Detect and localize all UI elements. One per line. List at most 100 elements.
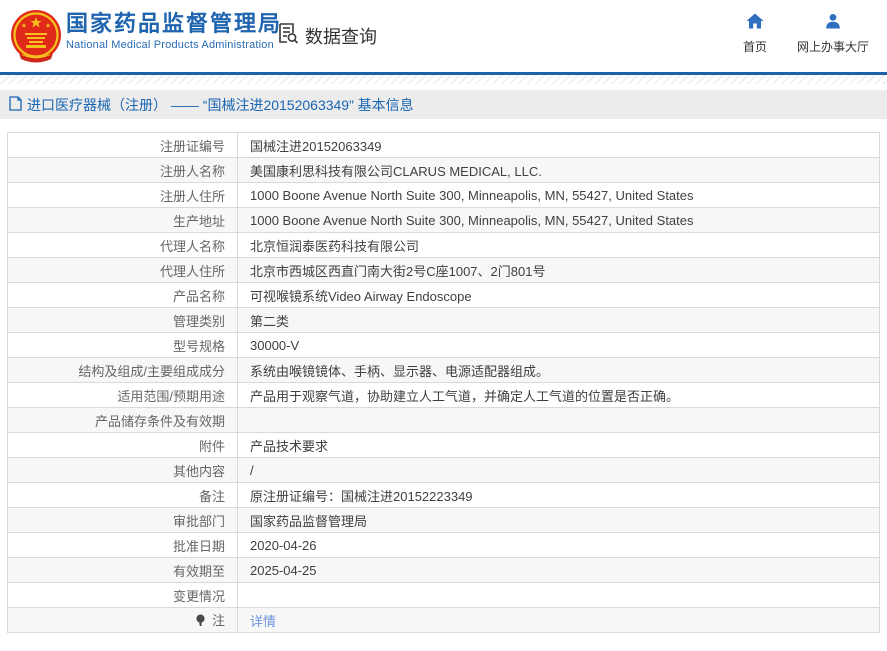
- row-label: 注册证编号: [8, 133, 238, 158]
- nav-home[interactable]: 首页: [743, 13, 767, 55]
- person-icon: [825, 13, 841, 34]
- row-label-text: 有效期至: [173, 564, 225, 579]
- top-nav: 首页 网上办事大厅: [743, 13, 869, 55]
- row-label-text: 注册证编号: [160, 139, 225, 154]
- detail-link[interactable]: 详情: [250, 614, 276, 629]
- document-icon: [9, 96, 22, 114]
- row-label-text: 适用范围/预期用途: [117, 389, 225, 404]
- row-value: 1000 Boone Avenue North Suite 300, Minne…: [238, 183, 880, 208]
- table-row: 代理人名称北京恒润泰医药科技有限公司: [8, 233, 880, 258]
- note-bulb-icon: [195, 614, 206, 630]
- breadcrumb: 进口医疗器械（注册） —— “国械注进20152063349” 基本信息: [0, 90, 887, 119]
- row-value: 2020-04-26: [238, 533, 880, 558]
- row-label: 附件: [8, 433, 238, 458]
- row-label: 注册人名称: [8, 158, 238, 183]
- row-label: 有效期至: [8, 558, 238, 583]
- row-label-text: 审批部门: [173, 514, 225, 529]
- row-label: 审批部门: [8, 508, 238, 533]
- table-row: 变更情况: [8, 583, 880, 608]
- row-value-text: 产品用于观察气道，协助建立人工气道，并确定人工气道的位置是否正确。: [250, 389, 679, 404]
- org-name-en: National Medical Products Administration: [66, 39, 282, 51]
- info-table-body: 注册证编号 国械注进20152063349 注册人名称 美国康利思科技有限公司CLAR…: [8, 133, 880, 633]
- row-label-text: 管理类别: [173, 314, 225, 329]
- row-label-text: 注册人名称: [160, 164, 225, 179]
- registration-info-table: 注册证编号 国械注进20152063349 注册人名称 美国康利思科技有限公司CLAR…: [7, 132, 880, 633]
- data-query-section[interactable]: 数据查询: [276, 21, 377, 50]
- row-value: 1000 Boone Avenue North Suite 300, Minne…: [238, 208, 880, 233]
- document-search-icon: [276, 21, 300, 50]
- row-value: 北京市西城区西直门南大街2号C座1007、2门801号: [238, 258, 880, 283]
- row-value-text: 30000-V: [250, 338, 299, 353]
- row-label-text: 注册人住所: [160, 189, 225, 204]
- table-row: 批准日期 2020-04-26: [8, 533, 880, 558]
- table-row: 其他内容 /: [8, 458, 880, 483]
- row-label-text: 批准日期: [173, 539, 225, 554]
- nav-home-label: 首页: [743, 38, 767, 55]
- table-row: 审批部门国家药品监督管理局: [8, 508, 880, 533]
- row-value: 美国康利思科技有限公司CLARUS MEDICAL, LLC.: [238, 158, 880, 183]
- row-value: 原注册证编号：国械注进20152223349: [238, 483, 880, 508]
- row-label: 管理类别: [8, 308, 238, 333]
- row-value: [238, 408, 880, 433]
- row-value-text: 国械注进20152063349: [250, 139, 382, 154]
- row-label-text: 备注: [199, 489, 225, 504]
- row-label-text: 代理人住所: [160, 264, 225, 279]
- row-value: 国家药品监督管理局: [238, 508, 880, 533]
- row-label: 代理人住所: [8, 258, 238, 283]
- row-label-text: 变更情况: [173, 589, 225, 604]
- row-label-text: 型号规格: [173, 339, 225, 354]
- row-label-text: 代理人名称: [160, 239, 225, 254]
- row-value-text: 美国康利思科技有限公司CLARUS MEDICAL, LLC.: [250, 164, 542, 179]
- row-value-text: 系统由喉镜镜体、手柄、显示器、电源适配器组成。: [250, 364, 549, 379]
- national-emblem-icon: [10, 8, 62, 66]
- table-row: 产品储存条件及有效期: [8, 408, 880, 433]
- row-value: 国械注进20152063349: [238, 133, 880, 158]
- row-label: 批准日期: [8, 533, 238, 558]
- row-value: 产品技术要求: [238, 433, 880, 458]
- row-label: 代理人名称: [8, 233, 238, 258]
- row-value: /: [238, 458, 880, 483]
- row-value: 详情: [238, 608, 880, 633]
- row-value: 可视喉镜系统Video Airway Endoscope: [238, 283, 880, 308]
- row-value: 北京恒润泰医药科技有限公司: [238, 233, 880, 258]
- row-value: 30000-V: [238, 333, 880, 358]
- table-row: 注册证编号 国械注进20152063349: [8, 133, 880, 158]
- row-label: 其他内容: [8, 458, 238, 483]
- row-label: 产品储存条件及有效期: [8, 408, 238, 433]
- row-value: 2025-04-25: [238, 558, 880, 583]
- row-value-text: 原注册证编号：国械注进20152223349: [250, 489, 473, 504]
- data-query-label: 数据查询: [305, 23, 377, 49]
- row-label-text: 附件: [199, 439, 225, 454]
- row-label: 注: [8, 608, 238, 633]
- row-value-text: 北京市西城区西直门南大街2号C座1007、2门801号: [250, 264, 545, 279]
- row-value-text: 1000 Boone Avenue North Suite 300, Minne…: [250, 213, 694, 228]
- row-label-text: 其他内容: [173, 464, 225, 479]
- table-row: 生产地址 1000 Boone Avenue North Suite 300, M…: [8, 208, 880, 233]
- row-value-text: 2025-04-25: [250, 563, 317, 578]
- table-row: 注册人名称 美国康利思科技有限公司CLARUS MEDICAL, LLC.: [8, 158, 880, 183]
- nav-service-hall[interactable]: 网上办事大厅: [797, 13, 869, 55]
- row-label: 型号规格: [8, 333, 238, 358]
- table-row: 结构及组成/主要组成成分 系统由喉镜镜体、手柄、显示器、电源适配器组成。: [8, 358, 880, 383]
- table-row: 有效期至 2025-04-25: [8, 558, 880, 583]
- row-label: 生产地址: [8, 208, 238, 233]
- row-label-text: 产品名称: [173, 289, 225, 304]
- row-value-text: 第二类: [250, 314, 289, 329]
- row-value-text: 1000 Boone Avenue North Suite 300, Minne…: [250, 188, 694, 203]
- row-label-text: 生产地址: [173, 214, 225, 229]
- row-value: [238, 583, 880, 608]
- row-label: 产品名称: [8, 283, 238, 308]
- row-label: 变更情况: [8, 583, 238, 608]
- row-value: 第二类: [238, 308, 880, 333]
- row-label: 结构及组成/主要组成成分: [8, 358, 238, 383]
- row-label: 备注: [8, 483, 238, 508]
- nav-service-hall-label: 网上办事大厅: [797, 38, 869, 55]
- table-row: 注详情: [8, 608, 880, 633]
- row-value-text: 可视喉镜系统Video Airway Endoscope: [250, 289, 472, 304]
- table-row: 代理人住所 北京市西城区西直门南大街2号C座1007、2门801号: [8, 258, 880, 283]
- row-label: 适用范围/预期用途: [8, 383, 238, 408]
- row-label-text: 结构及组成/主要组成成分: [78, 364, 225, 379]
- table-row: 备注 原注册证编号：国械注进20152223349: [8, 483, 880, 508]
- row-value-text: /: [250, 463, 254, 478]
- page-header: 国家药品监督管理局 National Medical Products Admi…: [0, 0, 887, 72]
